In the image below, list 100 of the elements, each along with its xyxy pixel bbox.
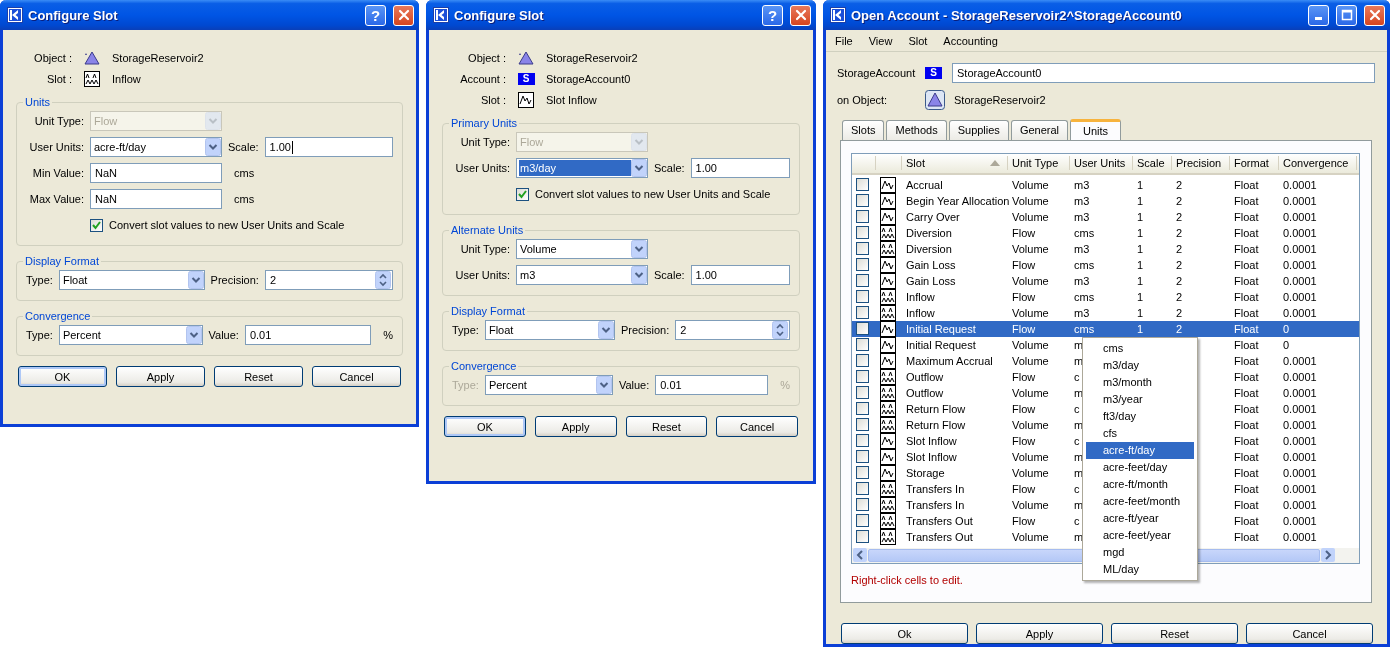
field-label: Scale: [654,162,685,174]
account-badge: S [517,72,535,85]
table-cell: m3 [1074,274,1090,287]
table-cell: Flow [1012,482,1036,495]
table-cell: Flow [1012,514,1036,527]
table-cell: Volume [1012,466,1049,479]
field-label: Unit Type: [459,136,510,148]
group-title: Convergence [24,310,92,322]
table-cell: m [1074,466,1084,479]
table-cell: 2 [1176,242,1183,255]
table-cell: 1 [1137,306,1144,319]
field-label: User Units: [454,269,510,281]
info-value: StorageReservoir2 [954,93,1046,106]
field-label: User Units: [454,162,510,174]
unit-label: % [383,329,393,341]
group-title: Convergence [450,360,518,372]
table-cell: Float [1234,306,1259,319]
table-cell: Volume [1012,274,1049,287]
table-cell: 1 [1137,178,1144,191]
table-cell: 0.0001 [1283,434,1317,447]
table-cell: Flow [1012,370,1036,383]
window-title: Open Account - StorageReservoir2^StorageAccount0 [851,7,1182,23]
field-label: Scale: [228,141,259,153]
dropdown: Flow [90,111,222,131]
field-label: Max Value: [28,193,84,205]
table-cell: 0 [1283,322,1290,335]
info-value: StorageReservoir2 [112,51,204,64]
table-cell: m [1074,530,1084,543]
table-cell: Initial Request [906,338,976,351]
table-cell: m [1074,386,1084,399]
table-cell: Flow [1012,322,1036,335]
table-cell: m [1074,354,1084,367]
field-label: User Units: [28,141,84,153]
table-cell: Slot Inflow [906,450,957,463]
table-cell: Outflow [906,370,944,383]
field-label: StorageAccount [837,66,917,79]
info-value: Slot Inflow [546,93,598,106]
field-label: Type: [26,274,53,286]
table-cell: c [1074,370,1080,383]
table-cell: 1 [1137,274,1144,287]
table-cell: 2 [1176,322,1183,335]
table-cell: Inflow [906,290,935,303]
table-cell: Float [1234,322,1259,335]
table-cell: Gain Loss [906,258,956,271]
group-title: Display Format [24,255,100,267]
table-cell: Float [1234,338,1259,351]
table-cell: Flow [1012,434,1036,447]
table-cell: 0.0001 [1283,258,1317,271]
table-cell: Float [1234,482,1259,495]
table-cell: Begin Year Allocation [906,194,1010,207]
table-cell: c [1074,434,1080,447]
table-cell: 1 [1137,242,1144,255]
table-cell: Return Flow [906,402,966,415]
table-cell: 2 [1176,226,1183,239]
table-cell: Float [1234,242,1259,255]
table-cell: 0.0001 [1283,482,1317,495]
table-cell: 1 [1137,210,1144,223]
info-label: Slot : [479,93,506,106]
window-title: Configure Slot [28,7,118,23]
table-cell: 0.0001 [1283,402,1317,415]
table-cell: Flow [1012,226,1036,239]
info-value: Inflow [112,72,142,85]
table-cell: Float [1234,434,1259,447]
table-cell: Flow [1012,258,1036,271]
table-cell: 1 [1137,226,1144,239]
field-label: Precision: [210,274,259,286]
table-cell: 0.0001 [1283,354,1317,367]
checkbox-label: Convert slot values to new User Units and Scale [535,188,771,200]
table-cell: m3 [1074,306,1090,319]
table-cell: Float [1234,466,1259,479]
table-cell: Float [1234,194,1259,207]
table-cell: cms [1074,290,1095,303]
table-cell: 2 [1176,290,1183,303]
hint-text: Right-click cells to edit. [851,573,964,586]
field-label: Type: [452,324,479,336]
table-cell: Float [1234,210,1259,223]
table-cell: 1 [1137,258,1144,271]
table-cell: m [1074,450,1084,463]
table-cell: Gain Loss [906,274,956,287]
field-label: Value: [618,379,650,391]
field-label: Unit Type: [459,243,510,255]
table-cell: cms [1074,322,1095,335]
info-value: StorageAccount0 [546,72,632,85]
dropdown: Flow [516,132,648,152]
table-cell: m3 [1074,242,1090,255]
field-label: Precision: [620,324,670,336]
table-cell: 0.0001 [1283,450,1317,463]
table-cell: 0.0001 [1283,530,1317,543]
table-cell: Float [1234,258,1259,271]
table-cell: 2 [1176,274,1183,287]
table-cell: Volume [1012,178,1049,191]
table-cell: 0.0001 [1283,498,1317,511]
field-label: Scale: [654,269,685,281]
table-cell: Volume [1012,194,1049,207]
table-cell: Float [1234,514,1259,527]
info-label: Object : [467,51,506,64]
table-cell: Carry Over [906,210,960,223]
table-cell: 0.0001 [1283,418,1317,431]
table-cell: Storage [906,466,945,479]
table-cell: m3 [1074,194,1090,207]
